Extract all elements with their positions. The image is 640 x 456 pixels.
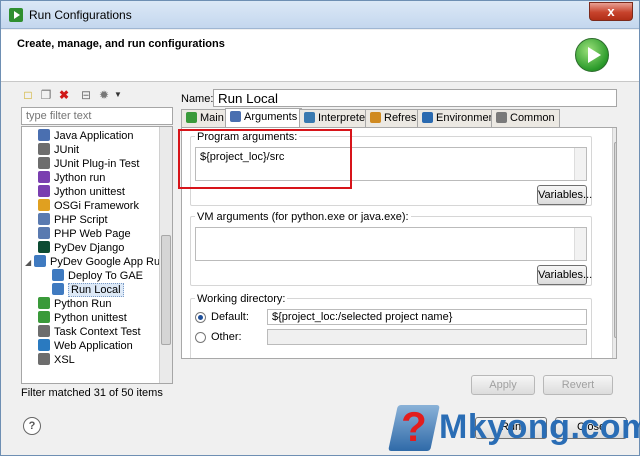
filter-config-icon[interactable]: ✹	[97, 88, 111, 102]
tree-item-web-application[interactable]: Web Application	[38, 339, 133, 353]
other-label: Other:	[211, 331, 242, 343]
tree-item-run-local[interactable]: Run Local	[52, 283, 124, 297]
window-title: Run Configurations	[29, 8, 132, 22]
vm-arguments-label: VM arguments (for python.exe or java.exe…	[195, 211, 411, 223]
vm-arguments-field[interactable]	[195, 227, 587, 261]
environment-tab-icon	[422, 112, 433, 123]
php-web-icon	[38, 227, 50, 239]
tab-content-scroll-thumb[interactable]	[614, 142, 616, 338]
tree-item-jython-run[interactable]: Jython run	[38, 171, 105, 185]
default-label: Default:	[211, 311, 249, 323]
main-tab-icon	[186, 112, 197, 123]
tree-item-osgi[interactable]: OSGi Framework	[38, 199, 139, 213]
tree-item-pydev-django[interactable]: PyDev Django	[38, 241, 124, 255]
default-directory-field: ${project_loc:/selected project name}	[267, 309, 587, 325]
delete-config-icon[interactable]: ✖	[57, 88, 71, 102]
config-name-input[interactable]	[213, 89, 617, 107]
watermark-question-icon: ?	[401, 403, 427, 450]
tree-item-junit[interactable]: JUnit	[38, 143, 79, 157]
duplicate-config-icon[interactable]: ❐	[39, 88, 53, 102]
working-directory-label: Working directory:	[195, 293, 288, 305]
python-run-icon	[38, 297, 50, 309]
common-tab-icon	[496, 112, 507, 123]
window-close-button[interactable]: x	[589, 2, 633, 21]
refresh-tab-icon	[370, 112, 381, 123]
run-configurations-dialog: Run Configurations x Create, manage, and…	[0, 0, 640, 456]
tab-arguments[interactable]: Arguments	[225, 108, 303, 128]
php-script-icon	[38, 213, 50, 225]
python-unittest-icon	[38, 311, 50, 323]
tree-item-php-script[interactable]: PHP Script	[38, 213, 108, 227]
tree-item-task-context-test[interactable]: Task Context Test	[38, 325, 141, 339]
tab-content-scrollbar[interactable]	[612, 128, 616, 358]
revert-button[interactable]: Revert	[543, 375, 613, 395]
arguments-tab-icon	[230, 111, 241, 122]
filter-status: Filter matched 31 of 50 items	[21, 387, 163, 399]
header-title: Create, manage, and run configurations	[17, 38, 225, 50]
configuration-tree: Java Application JUnit JUnit Plug-in Tes…	[21, 126, 173, 384]
name-label: Name:	[181, 93, 214, 105]
title-bar[interactable]: Run Configurations x	[1, 1, 639, 29]
web-app-icon	[38, 339, 50, 351]
watermark-text: Mkyong.com	[439, 408, 640, 446]
tree-item-php-web-page[interactable]: PHP Web Page	[38, 227, 131, 241]
other-radio[interactable]	[195, 332, 206, 343]
tab-environment[interactable]: Environment	[417, 109, 503, 127]
tab-interpreter[interactable]: Interpreter	[299, 109, 374, 127]
jython-unittest-icon	[38, 185, 50, 197]
jython-run-icon	[38, 171, 50, 183]
tree-scrollbar[interactable]	[159, 127, 172, 383]
interpreter-tab-icon	[304, 112, 315, 123]
collapse-all-icon[interactable]: ⊟	[79, 88, 93, 102]
xsl-icon	[38, 353, 50, 365]
config-tabs: Main Arguments Interpreter Refresh Envir…	[181, 108, 617, 128]
apply-button[interactable]: Apply	[471, 375, 535, 395]
run-local-icon	[52, 283, 64, 295]
help-icon[interactable]: ?	[23, 417, 41, 435]
vm-arguments-group: VM arguments (for python.exe or java.exe…	[190, 211, 592, 286]
tab-main[interactable]: Main	[181, 109, 229, 127]
django-icon	[38, 241, 50, 253]
gae-icon	[34, 255, 46, 267]
tree-item-java-application[interactable]: Java Application	[38, 129, 134, 143]
tree-item-xsl[interactable]: XSL	[38, 353, 75, 367]
java-app-icon	[38, 129, 50, 141]
run-app-icon	[9, 8, 23, 22]
tree-item-python-unittest[interactable]: Python unittest	[38, 311, 127, 325]
tree-scroll-thumb[interactable]	[161, 235, 171, 345]
tree-item-jython-unittest[interactable]: Jython unittest	[38, 185, 125, 199]
vm-variables-button[interactable]: Variables...	[537, 265, 592, 285]
working-directory-group: Working directory: Default: ${project_lo…	[190, 293, 592, 358]
tree-item-deploy-to-gae[interactable]: Deploy To GAE	[52, 269, 143, 283]
expanded-chevron-icon[interactable]: ◢	[25, 256, 34, 270]
view-menu-chevron-icon[interactable]: ▼	[111, 88, 125, 102]
new-config-icon[interactable]: □	[21, 88, 35, 102]
program-variables-button[interactable]: Variables...	[537, 185, 592, 205]
deploy-gae-icon	[52, 269, 64, 281]
program-arguments-scrollbar[interactable]	[574, 148, 586, 180]
other-directory-field[interactable]	[267, 329, 587, 345]
dialog-header: Create, manage, and run configurations	[1, 30, 639, 82]
junit-icon	[38, 143, 50, 155]
filter-input[interactable]	[21, 107, 173, 125]
run-banner-icon	[575, 38, 609, 72]
default-radio[interactable]	[195, 312, 206, 323]
tree-item-python-run[interactable]: Python Run	[38, 297, 111, 311]
tree-item-junit-plugin[interactable]: JUnit Plug-in Test	[38, 157, 139, 171]
configuration-toolbar: □ ❐ ✖ ⊟ ✹ ▼	[15, 85, 175, 105]
task-context-icon	[38, 325, 50, 337]
tree-item-pydev-google-app-run[interactable]: ◢ PyDev Google App Run	[25, 255, 166, 269]
vm-arguments-scrollbar[interactable]	[574, 228, 586, 260]
junit-plugin-icon	[38, 157, 50, 169]
tab-common[interactable]: Common	[491, 109, 560, 127]
osgi-icon	[38, 199, 50, 211]
program-arguments-highlight	[178, 129, 352, 189]
configuration-list-panel: □ ❐ ✖ ⊟ ✹ ▼ Java Application JUnit JUnit…	[15, 85, 175, 403]
